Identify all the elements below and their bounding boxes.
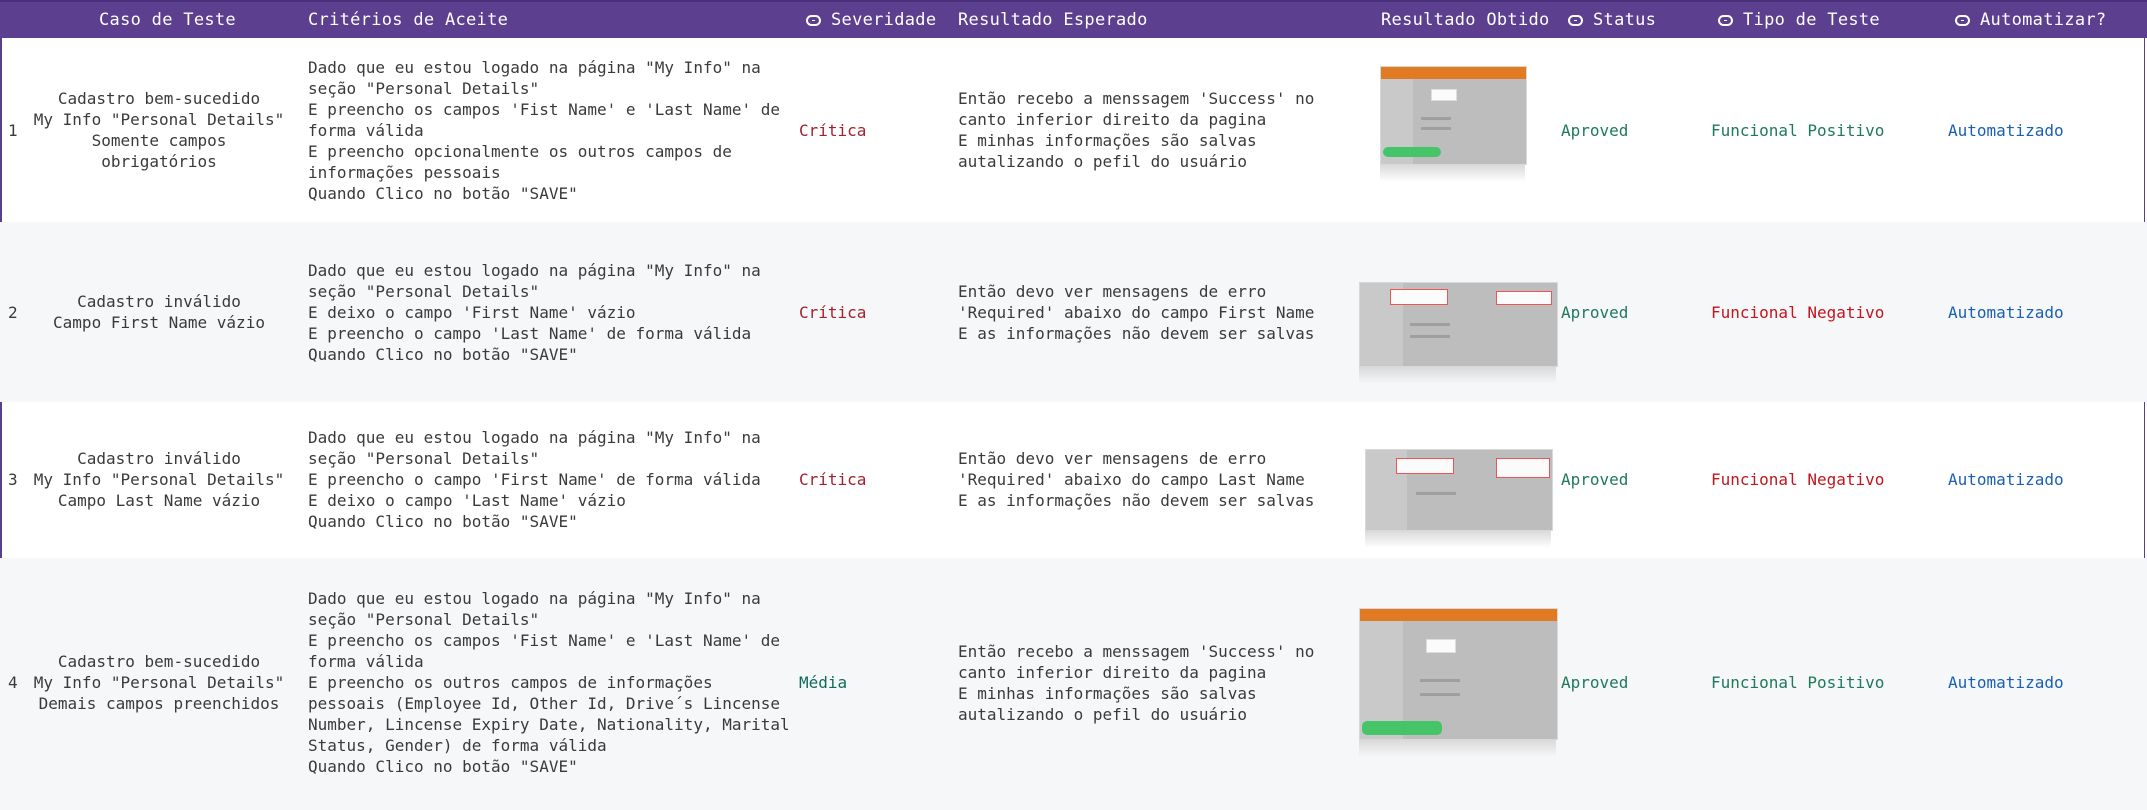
row-number: 2 <box>8 303 18 322</box>
thumbnail-reflection <box>1365 530 1551 548</box>
table-row[interactable]: 2 Cadastro inválido Campo First Name váz… <box>0 222 2147 402</box>
automatizar-tag[interactable]: Automatizado <box>1948 469 2064 490</box>
col-header-automatizar-label: Automatizar? <box>1980 10 2107 30</box>
criterios-de-aceite: Dado que eu estou logado na página "My I… <box>308 58 781 203</box>
criterios-de-aceite: Dado que eu estou logado na página "My I… <box>308 261 761 364</box>
screenshot-thumbnail[interactable] <box>1365 449 1553 531</box>
resultado-esperado: Então recebo a menssagem 'Success' no ca… <box>958 642 1315 724</box>
tipo-de-teste-tag[interactable]: Funcional Negativo <box>1711 469 1884 490</box>
automatizar-tag[interactable]: Automatizado <box>1948 672 2064 693</box>
caso-de-teste: Cadastro bem-sucedido My Info "Personal … <box>33 89 285 171</box>
col-header-automatizar[interactable]: Automatizar? <box>1955 2 2106 38</box>
criterios-de-aceite: Dado que eu estou logado na página "My I… <box>308 428 761 531</box>
row-number: 4 <box>8 673 18 692</box>
severidade-tag[interactable]: Crítica <box>799 469 866 490</box>
thumbnail-reflection <box>1380 164 1525 182</box>
automatizar-tag[interactable]: Automatizado <box>1948 302 2064 323</box>
table-header: Caso de Teste Critérios de Aceite Severi… <box>0 0 2147 38</box>
resultado-esperado: Então devo ver mensagens de erro 'Requir… <box>958 282 1315 343</box>
table-row[interactable]: 3 Cadastro inválido My Info "Personal De… <box>0 402 2147 558</box>
automatizar-tag[interactable]: Automatizado <box>1948 120 2064 141</box>
severidade-tag[interactable]: Crítica <box>799 120 866 141</box>
select-property-icon <box>1568 15 1583 26</box>
criterios-de-aceite: Dado que eu estou logado na página "My I… <box>308 589 790 776</box>
select-property-icon <box>1718 15 1733 26</box>
col-header-tipo-label: Tipo de Teste <box>1743 10 1880 30</box>
caso-de-teste: Cadastro bem-sucedido My Info "Personal … <box>33 652 285 713</box>
col-header-criterios[interactable]: Critérios de Aceite <box>308 2 508 38</box>
status-tag[interactable]: Aproved <box>1561 120 1628 141</box>
caso-de-teste: Cadastro inválido My Info "Personal Deta… <box>33 449 285 510</box>
col-header-severidade-label: Severidade <box>831 10 937 30</box>
severidade-tag[interactable]: Média <box>799 672 847 693</box>
screenshot-thumbnail[interactable] <box>1380 66 1527 165</box>
screenshot-thumbnail[interactable] <box>1359 282 1558 367</box>
tipo-de-teste-tag[interactable]: Funcional Positivo <box>1711 672 1884 693</box>
col-header-severidade[interactable]: Severidade <box>806 2 936 38</box>
thumbnail-reflection <box>1359 366 1556 384</box>
severidade-tag[interactable]: Crítica <box>799 302 866 323</box>
caso-de-teste: Cadastro inválido Campo First Name vázio <box>53 292 265 332</box>
status-tag[interactable]: Aproved <box>1561 672 1628 693</box>
status-tag[interactable]: Aproved <box>1561 469 1628 490</box>
screenshot-thumbnail[interactable] <box>1359 608 1558 740</box>
select-property-icon <box>806 15 821 26</box>
row-number: 3 <box>8 470 18 489</box>
tipo-de-teste-tag[interactable]: Funcional Positivo <box>1711 120 1884 141</box>
col-header-resultado-esperado[interactable]: Resultado Esperado <box>958 2 1148 38</box>
resultado-esperado: Então recebo a menssagem 'Success' no ca… <box>958 89 1315 171</box>
tipo-de-teste-tag[interactable]: Funcional Negativo <box>1711 302 1884 323</box>
col-header-status[interactable]: Status <box>1568 2 1656 38</box>
table-row[interactable]: 1 Cadastro bem-sucedido My Info "Persona… <box>0 38 2147 222</box>
thumbnail-reflection <box>1359 739 1556 757</box>
col-header-resultado-obtido[interactable]: Resultado Obtido <box>1381 2 1550 38</box>
select-property-icon <box>1955 15 1970 26</box>
col-header-tipo[interactable]: Tipo de Teste <box>1718 2 1880 38</box>
col-header-status-label: Status <box>1593 10 1657 30</box>
col-header-caso[interactable]: Caso de Teste <box>99 2 236 38</box>
status-tag[interactable]: Aproved <box>1561 302 1628 323</box>
table-row[interactable]: 4 Cadastro bem-sucedido My Info "Persona… <box>0 558 2147 810</box>
row-number: 1 <box>8 121 18 140</box>
resultado-esperado: Então devo ver mensagens de erro 'Requir… <box>958 449 1315 510</box>
